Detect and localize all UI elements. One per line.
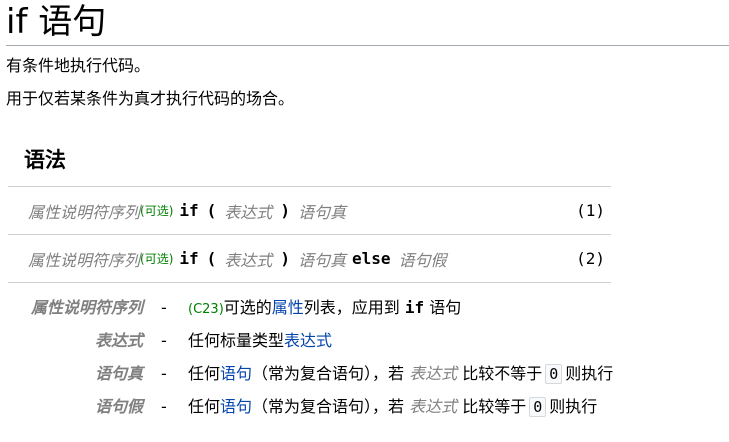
right-paren: )	[280, 249, 290, 268]
desc-text: 可选的	[223, 298, 272, 317]
desc-text: （常为复合语句），若	[252, 397, 405, 416]
title-divider	[6, 45, 729, 46]
statement-true-placeholder: 语句真	[297, 202, 346, 222]
param-name: 语句真	[94, 364, 143, 383]
param-description: 任何标量类型表达式	[188, 326, 332, 356]
desc-text: 列表，应用到	[303, 298, 400, 317]
attr-spec-seq-placeholder: 属性说明符序列	[28, 202, 141, 222]
right-paren: )	[280, 201, 290, 220]
zero-literal: 0	[529, 397, 547, 417]
zero-literal: 0	[545, 364, 563, 384]
revision-marker: (C23)	[188, 302, 224, 317]
attributes-link[interactable]: 属性	[272, 298, 304, 317]
param-row-attr: 属性说明符序列 - (C23)可选的属性列表，应用到 if 语句	[0, 293, 729, 326]
param-dash: -	[161, 397, 167, 416]
expression-link[interactable]: 表达式	[284, 331, 332, 350]
expression-placeholder: 表达式	[224, 250, 273, 270]
param-row-statement-true: 语句真 - 任何语句（常为复合语句），若 表达式 比较不等于 0 则执行	[0, 359, 729, 392]
syntax-row-2: 属性说明符序列 (可选) if ( 表达式 ) 语句真 else 语句假 (2)	[8, 235, 611, 283]
param-description: 任何语句（常为复合语句），若 表达式 比较不等于 0 则执行	[188, 359, 613, 389]
syntax-number: (2)	[576, 249, 605, 268]
statement-link[interactable]: 语句	[220, 364, 252, 383]
desc-text: 语句	[429, 298, 462, 317]
keyword-if: if	[179, 249, 199, 268]
desc-text: 比较不等于	[462, 364, 543, 383]
desc-text: 则执行	[549, 397, 598, 416]
desc-text: （常为复合语句），若	[252, 364, 405, 383]
expression-placeholder: 表达式	[409, 397, 458, 416]
statement-false-placeholder: 语句假	[398, 250, 447, 270]
optional-marker: (可选)	[140, 204, 174, 218]
keyword-if: if	[179, 201, 199, 220]
keyword-if: if	[404, 298, 425, 317]
left-paren: (	[206, 201, 217, 220]
parameter-list: 属性说明符序列 - (C23)可选的属性列表，应用到 if 语句 表达式 - 任…	[0, 293, 729, 425]
param-name: 语句假	[94, 397, 143, 416]
section-heading-syntax: 语法	[24, 148, 66, 172]
param-row-expression: 表达式 - 任何标量类型表达式	[0, 326, 729, 359]
expression-placeholder: 表达式	[409, 364, 458, 383]
param-dash: -	[161, 331, 167, 350]
syntax-row-1: 属性说明符序列 (可选) if ( 表达式 ) 语句真 (1)	[8, 187, 611, 235]
desc-text: 任何标量类型	[188, 331, 285, 350]
param-name: 属性说明符序列	[30, 298, 143, 317]
statement-link[interactable]: 语句	[220, 397, 252, 416]
syntax-number: (1)	[576, 201, 605, 220]
expression-placeholder: 表达式	[224, 202, 273, 222]
param-dash: -	[161, 298, 167, 317]
param-name: 表达式	[94, 331, 143, 350]
param-row-statement-false: 语句假 - 任何语句（常为复合语句），若 表达式 比较等于 0 则执行	[0, 392, 729, 425]
attr-spec-seq-placeholder: 属性说明符序列	[28, 250, 141, 270]
param-description: 任何语句（常为复合语句），若 表达式 比较等于 0 则执行	[188, 392, 597, 422]
desc-text: 任何	[188, 364, 221, 383]
param-dash: -	[161, 364, 167, 383]
intro-line-1: 有条件地执行代码。	[6, 56, 151, 75]
intro-line-2: 用于仅若某条件为真才执行代码的场合。	[6, 89, 295, 108]
keyword-else: else	[351, 249, 391, 268]
optional-marker: (可选)	[140, 252, 174, 266]
desc-text: 比较等于	[462, 397, 527, 416]
desc-text: 则执行	[565, 364, 614, 383]
page-title: if 语句	[6, 2, 107, 42]
desc-text: 任何	[188, 397, 221, 416]
syntax-table: 属性说明符序列 (可选) if ( 表达式 ) 语句真 (1) 属性说明符序列 …	[8, 186, 611, 283]
param-description: (C23)可选的属性列表，应用到 if 语句	[188, 293, 461, 325]
left-paren: (	[206, 249, 217, 268]
statement-true-placeholder: 语句真	[297, 250, 346, 270]
